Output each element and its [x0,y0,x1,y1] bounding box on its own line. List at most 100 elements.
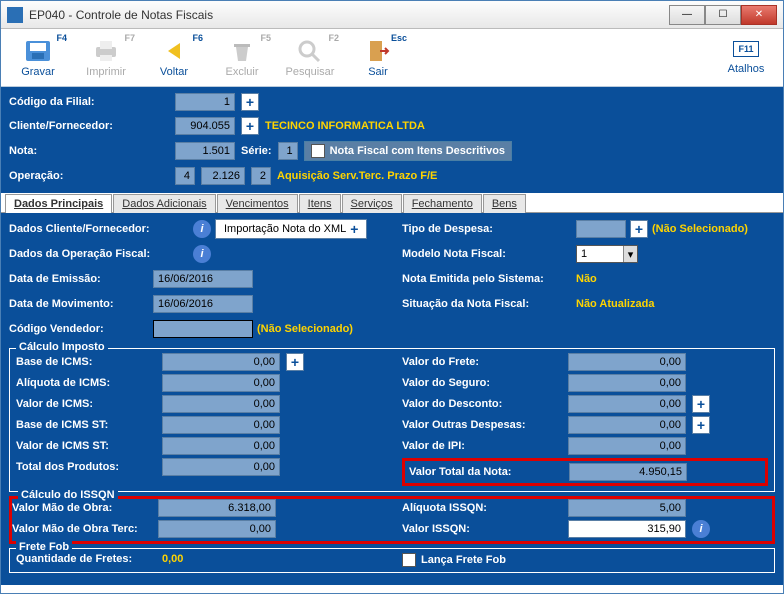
data-movimento-label: Data de Movimento: [9,298,149,310]
pesquisar-button: F2 Pesquisar [277,32,343,83]
maximize-button[interactable]: ☐ [705,5,741,25]
tab-fechamento[interactable]: Fechamento [403,194,482,213]
valor-issqn-input[interactable] [568,520,686,538]
outras-despesas-btn[interactable]: + [692,416,710,434]
tab-vencimentos[interactable]: Vencimentos [217,194,298,213]
codigo-vendedor-input[interactable] [153,320,253,338]
vendedor-not-selected: (Não Selecionado) [257,323,353,335]
voltar-button[interactable]: F6 Voltar [141,32,207,83]
toolbar: F4 Gravar F7 Imprimir F6 Voltar F5 Exclu… [1,29,783,87]
tab-dados-principais[interactable]: Dados Principais [5,194,112,213]
back-arrow-icon [158,37,190,65]
dados-operacao-label: Dados da Operação Fiscal: [9,248,189,260]
mao-obra-terc-input[interactable] [158,520,276,538]
plus-icon: + [350,221,358,237]
valor-total-nota-input[interactable] [569,463,687,481]
outras-despesas-label: Valor Outras Despesas: [402,419,562,431]
app-icon [7,7,23,23]
data-emissao-input[interactable] [153,270,253,288]
codigo-filial-label: Código da Filial: [9,96,169,108]
mao-obra-input[interactable] [158,499,276,517]
operacao-b-input[interactable] [201,167,245,185]
operacao-a-input[interactable] [175,167,195,185]
nota-descritivos-checkbox[interactable] [311,144,325,158]
nota-input[interactable] [175,142,235,160]
data-movimento-input[interactable] [153,295,253,313]
valor-ipi-label: Valor de IPI: [402,440,562,452]
emitida-sistema-label: Nota Emitida pelo Sistema: [402,273,572,285]
valor-icms-st-input[interactable] [162,437,280,455]
cliente-nome: TECINCO INFORMATICA LTDA [265,120,425,132]
importacao-xml-button[interactable]: Importação Nota do XML + [215,219,367,239]
valor-seguro-input[interactable] [568,374,686,392]
tipo-despesa-input[interactable] [576,220,626,238]
titlebar: EP040 - Controle de Notas Fiscais — ☐ ✕ [1,1,783,29]
dados-operacao-info-icon[interactable]: i [193,245,211,263]
base-icms-st-label: Base de ICMS ST: [16,419,156,431]
tab-bar: Dados Principais Dados Adicionais Vencim… [1,193,783,213]
total-produtos-input[interactable] [162,458,280,476]
valor-ipi-input[interactable] [568,437,686,455]
total-produtos-label: Total dos Produtos: [16,461,156,473]
modelo-nota-dropdown[interactable]: 1 ▾ [576,245,638,263]
search-icon [294,37,326,65]
tipo-despesa-lookup[interactable]: + [630,220,648,238]
valor-total-nota-label: Valor Total da Nota: [409,466,563,478]
save-icon [22,37,54,65]
calculo-issqn-fieldset: Cálculo do ISSQN Valor Mão de Obra: Valo… [9,496,775,544]
dados-cliente-info-icon[interactable]: i [193,220,211,238]
base-icms-st-input[interactable] [162,416,280,434]
codigo-filial-lookup[interactable]: + [241,93,259,111]
close-button[interactable]: ✕ [741,5,777,25]
data-emissao-label: Data de Emissão: [9,273,149,285]
valor-frete-input[interactable] [568,353,686,371]
situacao-label: Situação da Nota Fiscal: [402,298,572,310]
tab-content: Dados Cliente/Fornecedor: i Importação N… [1,213,783,585]
valor-issqn-info-icon[interactable]: i [692,520,710,538]
tab-bens[interactable]: Bens [483,194,526,213]
dados-cliente-label: Dados Cliente/Fornecedor: [9,223,189,235]
tab-itens[interactable]: Itens [299,194,341,213]
chevron-down-icon: ▾ [623,246,637,262]
lanca-frete-checkbox-wrap[interactable]: Lança Frete Fob [402,553,506,567]
valor-frete-label: Valor do Frete: [402,356,562,368]
operacao-desc: Aquisição Serv.Terc. Prazo F/E [277,170,437,182]
cliente-fornecedor-label: Cliente/Fornecedor: [9,120,169,132]
header-form: Código da Filial: + Cliente/Fornecedor: … [1,87,783,193]
valor-desconto-btn[interactable]: + [692,395,710,413]
nota-descritivos-checkbox-wrap[interactable]: Nota Fiscal com Itens Descritivos [304,141,512,161]
aliquota-icms-input[interactable] [162,374,280,392]
lanca-frete-checkbox[interactable] [402,553,416,567]
calculo-issqn-legend: Cálculo do ISSQN [18,489,118,501]
valor-issqn-label: Valor ISSQN: [402,523,562,535]
tab-dados-adicionais[interactable]: Dados Adicionais [113,194,215,213]
minimize-button[interactable]: — [669,5,705,25]
emitida-sistema-value: Não [576,273,597,285]
printer-icon [90,37,122,65]
tab-servicos[interactable]: Serviços [342,194,402,213]
window-title: EP040 - Controle de Notas Fiscais [29,8,669,22]
exit-door-icon [362,37,394,65]
calculo-imposto-legend: Cálculo Imposto [16,341,108,353]
mao-obra-label: Valor Mão de Obra: [12,502,152,514]
imprimir-button: F7 Imprimir [73,32,139,83]
codigo-filial-input[interactable] [175,93,235,111]
frete-fob-fieldset: Frete Fob Quantidade de Fretes:0,00 Lanç… [9,548,775,573]
sair-button[interactable]: Esc Sair [345,32,411,83]
valor-desconto-input[interactable] [568,395,686,413]
tipo-despesa-label: Tipo de Despesa: [402,223,572,235]
base-icms-input[interactable] [162,353,280,371]
serie-input[interactable] [278,142,298,160]
outras-despesas-input[interactable] [568,416,686,434]
aliquota-issqn-input[interactable] [568,499,686,517]
cliente-fornecedor-lookup[interactable]: + [241,117,259,135]
modelo-nota-label: Modelo Nota Fiscal: [402,248,572,260]
valor-icms-input[interactable] [162,395,280,413]
cliente-fornecedor-input[interactable] [175,117,235,135]
atalhos-button[interactable]: F11 Atalhos [713,32,779,83]
base-icms-btn[interactable]: + [286,353,304,371]
gravar-button[interactable]: F4 Gravar [5,32,71,83]
tipo-despesa-not-selected: (Não Selecionado) [652,223,748,235]
operacao-c-input[interactable] [251,167,271,185]
frete-fob-legend: Frete Fob [16,541,72,553]
